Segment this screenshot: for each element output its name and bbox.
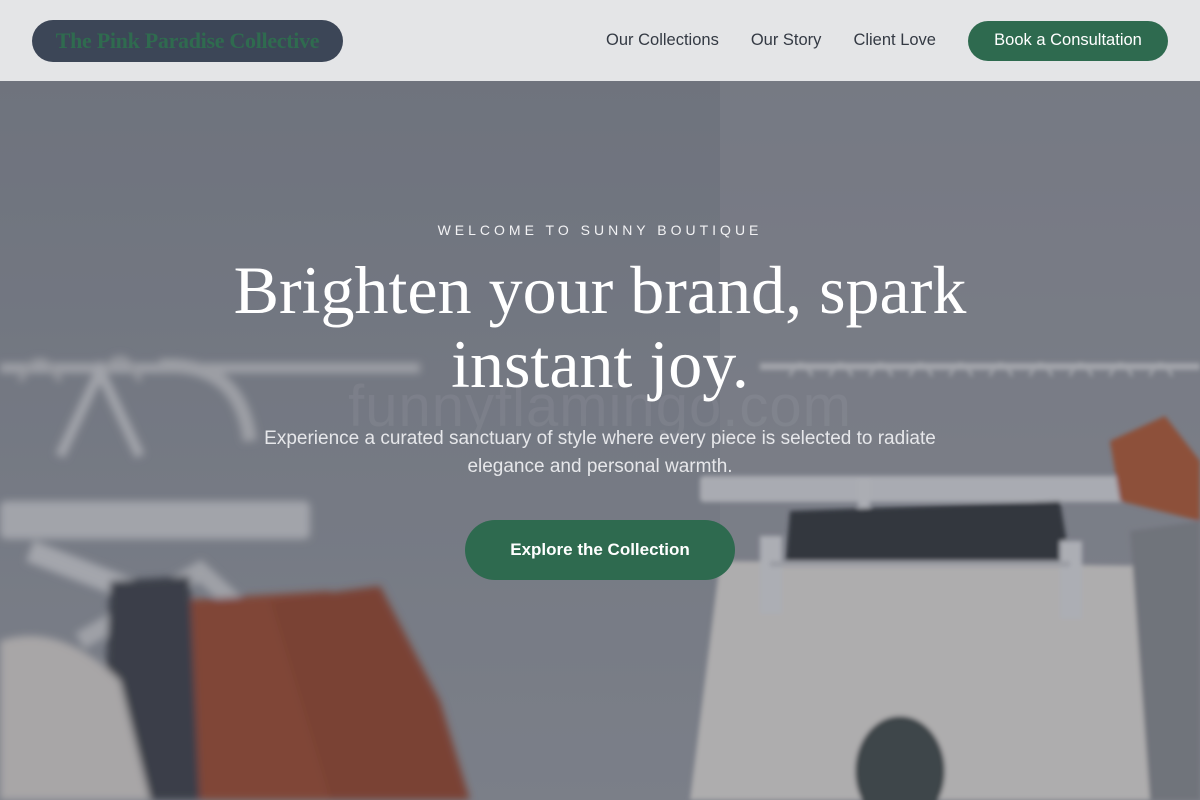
site-header: The Pink Paradise Collective Our Collect… <box>0 0 1200 81</box>
hero-section: funnyflamingo.com WELCOME TO SUNNY BOUTI… <box>0 81 1200 800</box>
nav-link-our-story[interactable]: Our Story <box>751 31 822 50</box>
hero-headline: Brighten your brand, spark instant joy. <box>233 252 967 402</box>
main-nav: Our Collections Our Story Client Love Bo… <box>606 20 1168 61</box>
hero-eyebrow: WELCOME TO SUNNY BOUTIQUE <box>437 222 763 238</box>
nav-link-client-love[interactable]: Client Love <box>853 31 936 50</box>
explore-collection-button[interactable]: Explore the Collection <box>465 520 735 580</box>
nav-link-our-collections[interactable]: Our Collections <box>606 31 719 50</box>
hero-subhead: Experience a curated sanctuary of style … <box>264 428 936 477</box>
brand-logo[interactable]: The Pink Paradise Collective <box>32 19 343 62</box>
book-consultation-button[interactable]: Book a Consultation <box>968 20 1168 61</box>
